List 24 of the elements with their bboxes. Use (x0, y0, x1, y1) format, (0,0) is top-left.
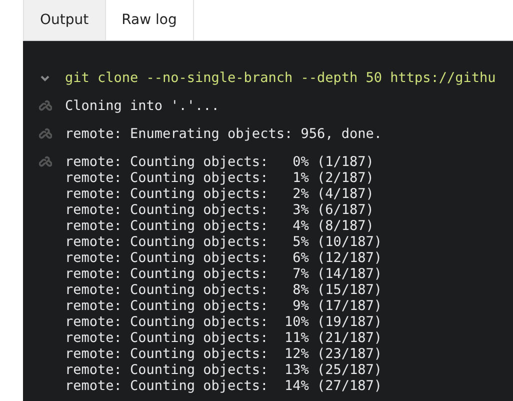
log-line: remote: Enumerating objects: 956, done. (65, 126, 382, 142)
log-line: remote: Counting objects: 6% (12/187) (65, 250, 382, 266)
log-line: remote: Counting objects: 8% (15/187) (65, 282, 382, 298)
log-line: remote: Counting objects: 12% (23/187) (65, 346, 382, 362)
log-line: remote: Counting objects: 0% (1/187) (65, 154, 375, 170)
log-line: remote: Counting objects: 3% (6/187) (65, 202, 375, 218)
log-line: remote: Counting objects: 9% (17/187) (65, 298, 382, 314)
chevron-icon[interactable] (40, 75, 50, 82)
tab[interactable]: Output (23, 0, 105, 40)
link-icon[interactable] (38, 128, 52, 141)
link-icon[interactable] (38, 156, 52, 169)
log-line: remote: Counting objects: 2% (4/187) (65, 186, 375, 202)
log-line: Cloning into '.'... (65, 98, 220, 114)
command-line: git clone --no-single-branch --depth 50 https://githu (65, 70, 496, 86)
log-line: remote: Counting objects: 5% (10/187) (65, 234, 382, 250)
tab[interactable]: Raw log (104, 0, 194, 40)
link-icon[interactable] (38, 100, 52, 113)
log-line: remote: Counting objects: 1% (2/187) (65, 170, 375, 186)
log-line: remote: Counting objects: 14% (27/187) (65, 378, 382, 394)
log-line: remote: Counting objects: 10% (19/187) (65, 314, 382, 330)
log-line: remote: Counting objects: 13% (25/187) (65, 362, 382, 378)
log-line: remote: Counting objects: 7% (14/187) (65, 266, 382, 282)
log-line: remote: Counting objects: 4% (8/187) (65, 218, 375, 234)
log-line: remote: Counting objects: 11% (21/187) (65, 330, 382, 346)
